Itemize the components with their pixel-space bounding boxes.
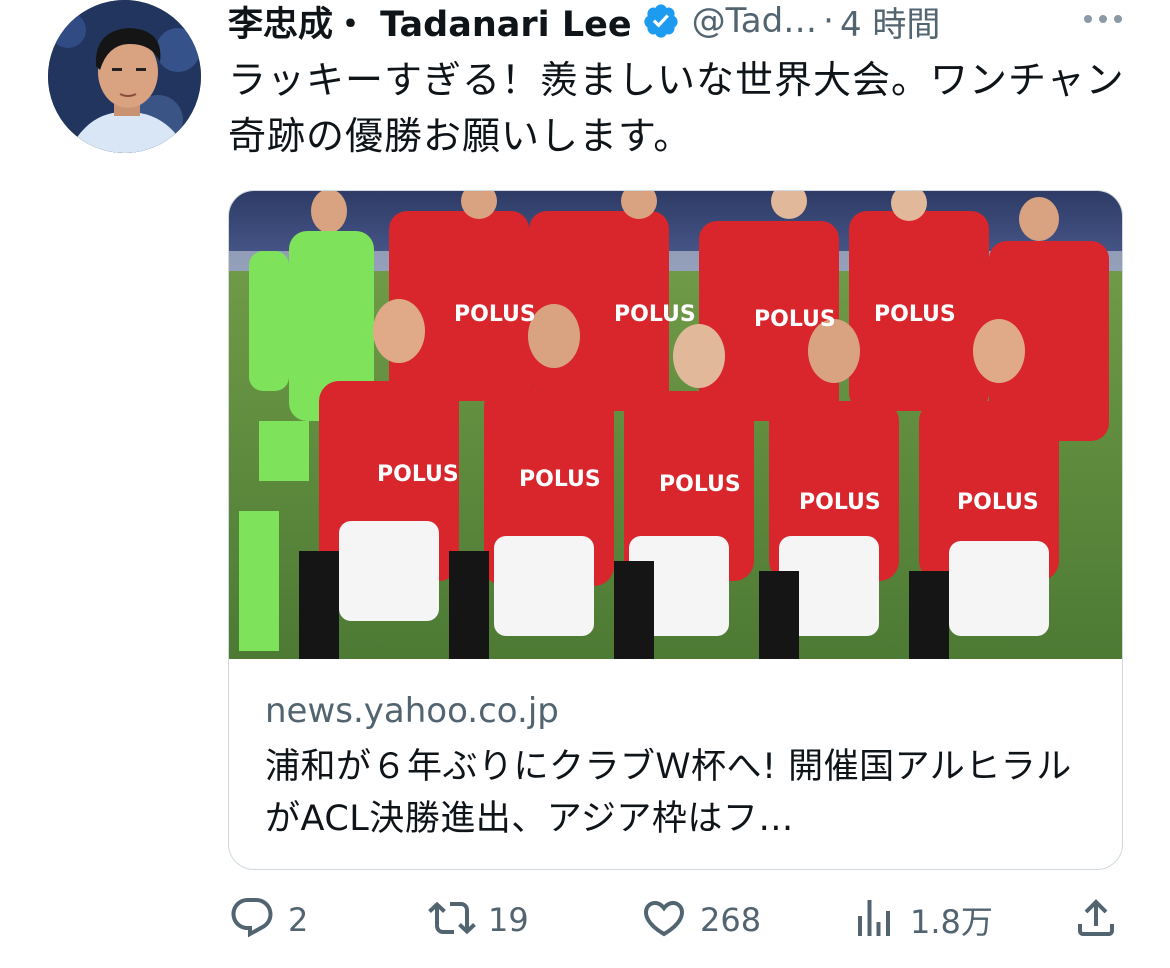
svg-text:POLUS: POLUS xyxy=(799,490,881,515)
svg-text:POLUS: POLUS xyxy=(519,467,601,492)
retweet-count: 19 xyxy=(488,901,529,939)
retweet-icon xyxy=(428,894,476,946)
link-card-title: 浦和が６年ぶりにクラブＷ杯へ! 開催国アルヒラルがACL決勝進出、アジア枠はフ… xyxy=(265,747,1072,839)
view-count: 1.8万 xyxy=(910,903,993,941)
svg-text:POLUS: POLUS xyxy=(659,472,741,497)
header-separator: · xyxy=(823,1,834,41)
link-card-domain: news.yahoo.co.jp xyxy=(265,691,559,731)
svg-text:POLUS: POLUS xyxy=(377,462,459,487)
svg-text:POLUS: POLUS xyxy=(957,490,1039,515)
reply-icon xyxy=(228,894,276,946)
author-display-name[interactable]: 李忠成・ Tadanari Lee xyxy=(228,0,632,47)
reply-button[interactable]: 2 xyxy=(228,890,308,950)
reply-count: 2 xyxy=(288,901,309,939)
author-handle[interactable]: @Tad… xyxy=(692,1,818,41)
tweet-header: 李忠成・ Tadanari Lee @Tad… · 4 時間 xyxy=(228,0,1128,45)
views-icon xyxy=(850,894,898,946)
tweet-action-bar: 2 19 268 1.8万 xyxy=(228,890,1120,950)
like-icon xyxy=(640,894,688,946)
link-preview-card[interactable]: POLUS POLUS POLUS POLUS POLUS POLUS POLU… xyxy=(228,190,1123,870)
share-button[interactable] xyxy=(1072,890,1120,950)
svg-text:POLUS: POLUS xyxy=(874,302,956,327)
svg-text:POLUS: POLUS xyxy=(614,302,696,327)
author-avatar[interactable] xyxy=(48,0,201,153)
link-card-image[interactable]: POLUS POLUS POLUS POLUS POLUS POLUS POLU… xyxy=(229,191,1122,659)
svg-text:POLUS: POLUS xyxy=(754,307,836,332)
tweet-timestamp[interactable]: 4 時間 xyxy=(840,0,940,46)
svg-text:POLUS: POLUS xyxy=(454,302,536,327)
views-button[interactable]: 1.8万 xyxy=(850,890,993,950)
retweet-button[interactable]: 19 xyxy=(428,890,529,950)
like-count: 268 xyxy=(700,901,762,939)
share-icon xyxy=(1072,894,1120,946)
more-icon[interactable] xyxy=(1080,2,1126,32)
verified-badge-icon xyxy=(642,2,680,40)
like-button[interactable]: 268 xyxy=(640,890,761,950)
tweet-text: ラッキーすぎる！羨ましいな世界大会。ワンチャン奇跡の優勝お願いします。 xyxy=(228,58,1125,158)
